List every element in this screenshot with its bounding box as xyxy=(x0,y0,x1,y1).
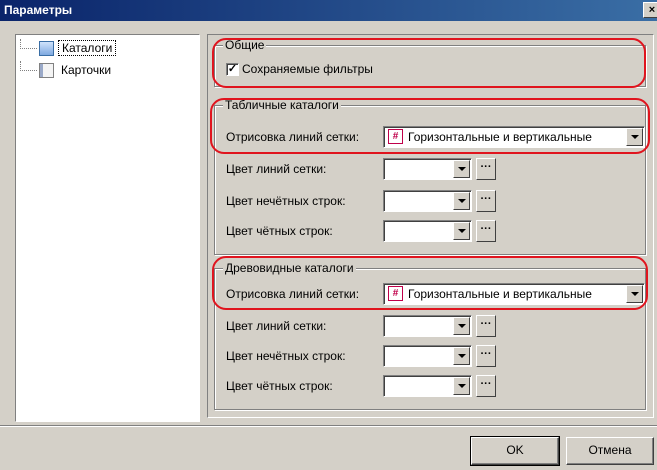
close-button[interactable]: × xyxy=(643,2,657,18)
tree-grid-color-more-button[interactable]: ··· xyxy=(476,315,496,337)
tree-item-cards[interactable]: Карточки xyxy=(20,60,114,79)
tree-item-label: Карточки xyxy=(61,63,112,77)
general-group: Общие ✓ Сохраняемые фильтры xyxy=(214,38,646,87)
settings-panel: Общие ✓ Сохраняемые фильтры Табличные ка… xyxy=(207,34,654,418)
tree-odd-rows-color-select[interactable] xyxy=(383,345,472,367)
even-rows-color-select[interactable] xyxy=(383,220,472,242)
grid-icon: # xyxy=(388,286,403,301)
tree-catalogs-group: Древовидные каталоги Отрисовка линий сет… xyxy=(214,261,646,410)
odd-rows-more-button[interactable]: ··· xyxy=(476,190,496,212)
even-rows-label: Цвет чётных строк: xyxy=(226,379,333,393)
dropdown-arrow-icon[interactable] xyxy=(453,192,470,210)
group-title: Древовидные каталоги xyxy=(223,261,356,275)
grid-color-select[interactable] xyxy=(383,158,472,180)
odd-rows-label: Цвет нечётных строк: xyxy=(226,194,346,208)
even-rows-label: Цвет чётных строк: xyxy=(226,224,333,238)
title-bar: Параметры × xyxy=(0,0,657,21)
tree-grid-lines-select[interactable]: # Горизонтальные и вертикальные xyxy=(383,283,645,305)
settings-tree: Каталоги Карточки xyxy=(15,34,200,422)
odd-rows-label: Цвет нечётных строк: xyxy=(226,349,346,363)
dropdown-arrow-icon[interactable] xyxy=(453,317,470,335)
footer-separator xyxy=(0,425,657,427)
window-title: Параметры xyxy=(4,3,73,17)
grid-icon: # xyxy=(388,129,403,144)
cancel-button[interactable]: Отмена xyxy=(566,437,654,465)
table-catalogs-group: Табличные каталоги Отрисовка линий сетки… xyxy=(214,98,646,255)
grid-lines-select[interactable]: # Горизонтальные и вертикальные xyxy=(383,126,645,148)
card-icon xyxy=(39,62,54,78)
checkbox-label: Сохраняемые фильтры xyxy=(242,62,373,76)
dropdown-arrow-icon[interactable] xyxy=(453,160,470,178)
tree-item-catalogs[interactable]: Каталоги xyxy=(20,38,117,57)
grid-lines-label: Отрисовка линий сетки: xyxy=(226,130,360,144)
dropdown-arrow-icon[interactable] xyxy=(453,347,470,365)
grid-color-label: Цвет линий сетки: xyxy=(226,162,327,176)
odd-rows-color-select[interactable] xyxy=(383,190,472,212)
dropdown-arrow-icon[interactable] xyxy=(626,128,643,146)
group-title: Табличные каталоги xyxy=(223,98,341,112)
grid-lines-value: Горизонтальные и вертикальные xyxy=(408,287,592,301)
grid-lines-label: Отрисовка линий сетки: xyxy=(226,287,360,301)
grid-lines-value: Горизонтальные и вертикальные xyxy=(408,130,592,144)
dropdown-arrow-icon[interactable] xyxy=(453,377,470,395)
grid-color-more-button[interactable]: ··· xyxy=(476,158,496,180)
ok-button[interactable]: OK xyxy=(470,436,560,466)
dropdown-arrow-icon[interactable] xyxy=(626,285,643,303)
checkbox-box[interactable]: ✓ xyxy=(226,62,239,76)
catalog-icon xyxy=(39,40,54,56)
grid-color-label: Цвет линий сетки: xyxy=(226,319,327,333)
tree-even-rows-more-button[interactable]: ··· xyxy=(476,375,496,397)
tree-even-rows-color-select[interactable] xyxy=(383,375,472,397)
tree-item-label: Каталоги xyxy=(58,40,117,56)
tree-grid-color-select[interactable] xyxy=(383,315,472,337)
saved-filters-checkbox[interactable]: ✓ Сохраняемые фильтры xyxy=(226,62,373,76)
even-rows-more-button[interactable]: ··· xyxy=(476,220,496,242)
group-title: Общие xyxy=(223,38,267,52)
dropdown-arrow-icon[interactable] xyxy=(453,222,470,240)
tree-odd-rows-more-button[interactable]: ··· xyxy=(476,345,496,367)
